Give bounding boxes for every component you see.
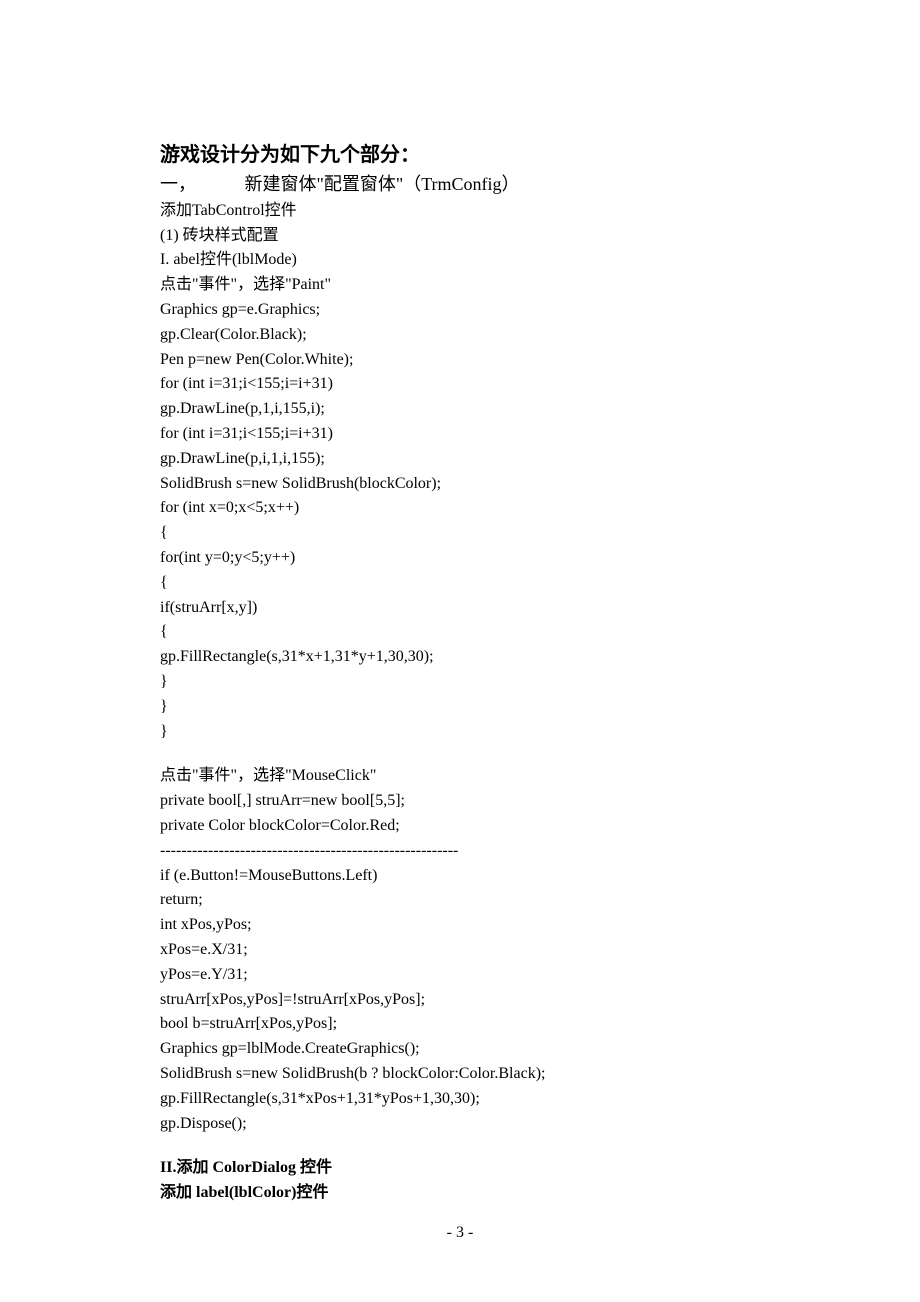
text-line: 点击"事件"，选择"MouseClick"	[160, 764, 760, 789]
code-line: for (int i=31;i<155;i=i+31)	[160, 372, 760, 397]
code-line: for(int y=0;y<5;y++)	[160, 546, 760, 571]
page-number: - 3 -	[0, 1224, 920, 1242]
text-line: 添加TabControl控件	[160, 199, 760, 224]
spacer	[160, 1136, 760, 1156]
code-line: SolidBrush s=new SolidBrush(blockColor);	[160, 472, 760, 497]
text-line: I. abel控件(lblMode)	[160, 248, 760, 273]
code-line: {	[160, 521, 760, 546]
code-line: Pen p=new Pen(Color.White);	[160, 348, 760, 373]
code-line: gp.FillRectangle(s,31*xPos+1,31*yPos+1,3…	[160, 1087, 760, 1112]
code-line: bool b=struArr[xPos,yPos];	[160, 1012, 760, 1037]
code-line: Graphics gp=e.Graphics;	[160, 298, 760, 323]
code-line: gp.Dispose();	[160, 1112, 760, 1137]
text-line: II.添加 ColorDialog 控件	[160, 1156, 760, 1181]
code-line: if(struArr[x,y])	[160, 596, 760, 621]
code-line: private Color blockColor=Color.Red;	[160, 814, 760, 839]
code-line: if (e.Button!=MouseButtons.Left)	[160, 864, 760, 889]
code-line: yPos=e.Y/31;	[160, 963, 760, 988]
text-line: 点击"事件"，选择"Paint"	[160, 273, 760, 298]
code-line: {	[160, 620, 760, 645]
code-line: Graphics gp=lblMode.CreateGraphics();	[160, 1037, 760, 1062]
code-line: int xPos,yPos;	[160, 913, 760, 938]
code-line: struArr[xPos,yPos]=!struArr[xPos,yPos];	[160, 988, 760, 1013]
code-line: for (int x=0;x<5;x++)	[160, 496, 760, 521]
code-line: gp.FillRectangle(s,31*x+1,31*y+1,30,30);	[160, 645, 760, 670]
text-line: (1) 砖块样式配置	[160, 224, 760, 249]
section-number: 一，	[160, 171, 240, 199]
code-line: {	[160, 571, 760, 596]
code-line: gp.Clear(Color.Black);	[160, 323, 760, 348]
document-page: 游戏设计分为如下九个部分： 一， 新建窗体"配置窗体"（TrmConfig） 添…	[0, 0, 920, 1206]
code-line: }	[160, 670, 760, 695]
code-line: xPos=e.X/31;	[160, 938, 760, 963]
text-line: 添加 label(lblColor)控件	[160, 1181, 760, 1206]
code-line: private bool[,] struArr=new bool[5,5];	[160, 789, 760, 814]
code-line: return;	[160, 888, 760, 913]
spacer	[160, 744, 760, 764]
code-line: for (int i=31;i<155;i=i+31)	[160, 422, 760, 447]
code-line: SolidBrush s=new SolidBrush(b ? blockCol…	[160, 1062, 760, 1087]
page-title: 游戏设计分为如下九个部分：	[160, 140, 760, 171]
code-line: gp.DrawLine(p,i,1,i,155);	[160, 447, 760, 472]
section-heading: 一， 新建窗体"配置窗体"（TrmConfig）	[160, 171, 760, 199]
code-line: }	[160, 695, 760, 720]
code-line: }	[160, 720, 760, 745]
code-line: ----------------------------------------…	[160, 839, 760, 864]
code-line: gp.DrawLine(p,1,i,155,i);	[160, 397, 760, 422]
section-text: 新建窗体"配置窗体"（TrmConfig）	[245, 174, 520, 194]
